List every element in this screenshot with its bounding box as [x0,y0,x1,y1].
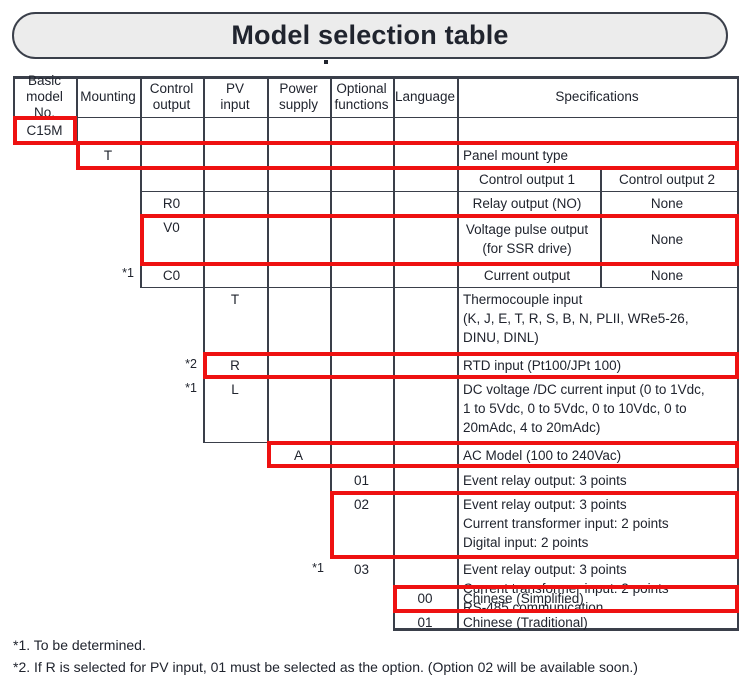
cell-pv-input-spec: RTD input (Pt100/JPt 100) [463,358,622,373]
header-mounting: Mounting [80,89,136,104]
cell-control-output-2-spec: None [650,196,684,211]
cell-pv-input-code: R [230,358,240,373]
header-power-supply: Power supply [278,81,319,112]
header-control-output: Control output [149,81,194,112]
header-specifications: Specifications [555,89,639,104]
cell-language-spec: Chinese (Simplified) [463,590,584,606]
cell-pv-input-spec: Thermocouple input (K, J, E, T, R, S, B,… [463,292,689,345]
cell-control-output-1-spec: Current output [483,267,571,283]
cell-optional-functions-spec: Event relay output: 3 points Current tra… [463,497,669,550]
cell-mounting-spec: Panel mount type [463,147,569,163]
cell-language-code: 01 [417,615,433,630]
cell-mounting-code: T [103,147,113,163]
cell-control-output-code: C0 [162,267,181,283]
footnote-marker-optional-functions: *1 [312,561,324,575]
cell-language-spec: Chinese (Traditional) [463,615,588,630]
model-selection-table: Basic model No. Mounting Control output … [13,73,739,631]
footnote-marker-pv-input: *2 [185,357,197,371]
cell-optional-functions-spec: Event relay output: 3 points [463,472,627,488]
subheader-control-output-2: Control output 2 [618,172,716,187]
cell-pv-input-spec: DC voltage /DC current input (0 to 1Vdc,… [463,382,705,435]
cell-power-supply-code: A [293,447,303,463]
cell-pv-input-code: T [230,292,240,307]
cell-control-output-1-spec: Voltage pulse output (for SSR drive) [465,222,589,256]
footnote-1: *1. To be determined. [13,637,146,653]
title-banner: Model selection table [12,12,728,59]
footnote-marker-pv-input: *1 [185,381,197,395]
cell-optional-functions-code: 03 [353,562,370,577]
subheader-control-output-1: Control output 1 [478,172,576,187]
header-language: Language [394,89,456,104]
header-pv-input: PV input [220,81,250,112]
column-rule [267,76,269,467]
header-optional-functions: Optional functions [334,81,389,112]
row-rule [13,117,739,118]
page-title: Model selection table [231,20,509,50]
table-right-border [737,76,739,628]
cell-pv-input-code: L [231,382,239,397]
footnote-marker-control-output: *1 [122,266,134,280]
cell-language-code: 00 [417,590,433,606]
cell-control-output-2-spec: None [650,231,684,247]
cell-optional-functions-code: 01 [353,472,370,488]
column-rule [393,76,395,628]
cell-basic-model-code: C15M [26,122,63,138]
decorative-dot [324,60,328,64]
footnote-2: *2. If R is selected for PV input, 01 mu… [13,659,638,675]
cell-control-output-code: R0 [162,196,181,211]
cell-control-output-2-spec: None [650,267,684,283]
cell-power-supply-spec: AC Model (100 to 240Vac) [463,447,622,463]
cell-control-output-code: V0 [163,220,180,235]
cell-optional-functions-code: 02 [353,497,370,512]
header-basic-model-no: Basic model No. [26,73,63,120]
cell-control-output-1-spec: Relay output (NO) [472,196,582,211]
